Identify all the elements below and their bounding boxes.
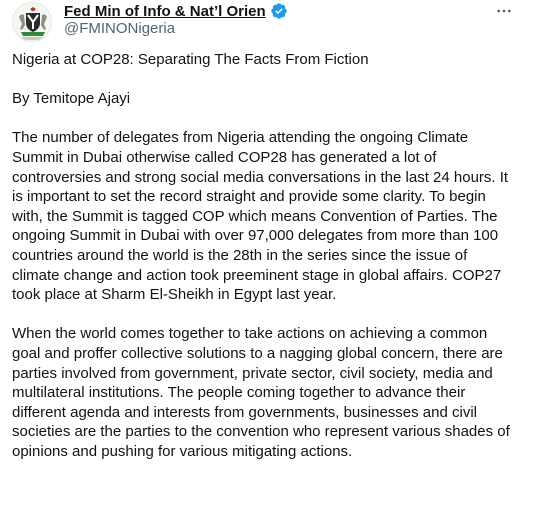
tweet-body: Nigeria at COP28: Separating The Facts F…	[12, 50, 517, 481]
post-byline: By Temitope Ajayi	[12, 90, 131, 108]
more-options-icon	[497, 9, 511, 13]
avatar[interactable]	[12, 2, 52, 42]
post-paragraph-2: When the world comes together to take ac…	[12, 325, 510, 460]
coat-of-arms-icon	[13, 3, 51, 41]
name-row: Fed Min of Info & Nat’l Orien	[64, 1, 288, 21]
post-title: Nigeria at COP28: Separating The Facts F…	[12, 51, 369, 68]
display-name[interactable]: Fed Min of Info & Nat’l Orien	[64, 3, 266, 20]
more-options-button[interactable]	[489, 0, 519, 22]
post-paragraph-1: The number of delegates from Nigeria att…	[12, 129, 509, 304]
verified-badge-icon	[270, 2, 288, 20]
account-handle[interactable]: @FMINONigeria	[64, 20, 175, 37]
tweet: Fed Min of Info & Nat’l Orien @FMINONige…	[0, 0, 533, 506]
